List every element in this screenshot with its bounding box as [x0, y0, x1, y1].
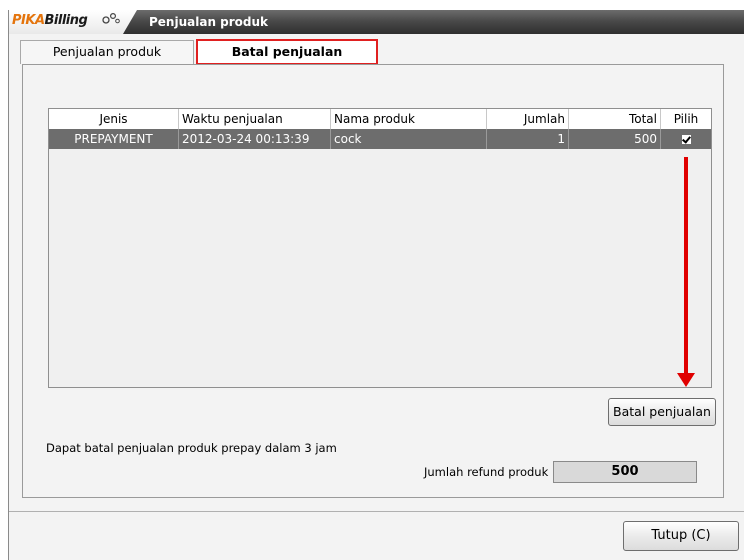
tutup-button[interactable]: Tutup (C) — [623, 521, 739, 551]
title-bar: PIKABilling Penjualan produk — [9, 10, 744, 34]
table-row[interactable]: PREPAYMENT 2012-03-24 00:13:39 cock 1 50… — [49, 129, 711, 149]
refund-label: Jumlah refund produk — [424, 465, 549, 479]
column-header-jenis[interactable]: Jenis — [49, 109, 179, 129]
footer-divider — [9, 511, 744, 512]
column-header-jumlah[interactable]: Jumlah — [487, 109, 569, 129]
info-text: Dapat batal penjualan produk prepay dala… — [46, 441, 337, 455]
logo-billing-text: Billing — [44, 13, 88, 28]
cell-jumlah: 1 — [487, 129, 569, 149]
cell-pilih — [661, 129, 711, 149]
cell-waktu: 2012-03-24 00:13:39 — [179, 129, 331, 149]
batal-penjualan-button[interactable]: Batal penjualan — [608, 398, 716, 426]
refund-value: 500 — [553, 461, 697, 483]
sales-table: Jenis Waktu penjualan Nama produk Jumlah… — [48, 108, 712, 388]
cell-total: 500 — [569, 129, 661, 149]
red-arrow-line — [684, 157, 688, 375]
cell-jenis: PREPAYMENT — [49, 129, 179, 149]
column-header-total[interactable]: Total — [569, 109, 661, 129]
tab-penjualan-produk[interactable]: Penjualan produk — [20, 40, 194, 64]
column-header-pilih[interactable]: Pilih — [661, 109, 711, 129]
window-title: Penjualan produk — [149, 15, 269, 29]
pilih-checkbox[interactable] — [681, 135, 691, 144]
table-header: Jenis Waktu penjualan Nama produk Jumlah… — [49, 109, 711, 130]
column-header-nama[interactable]: Nama produk — [331, 109, 487, 129]
app-logo: PIKABilling — [9, 10, 137, 34]
red-arrow-head-icon — [677, 373, 695, 387]
cell-nama: cock — [331, 129, 487, 149]
tab-batal-penjualan[interactable]: Batal penjualan — [196, 39, 378, 65]
column-header-waktu[interactable]: Waktu penjualan — [179, 109, 331, 129]
logo-pika-text: PIKA — [12, 13, 45, 28]
gears-icon — [102, 12, 120, 24]
